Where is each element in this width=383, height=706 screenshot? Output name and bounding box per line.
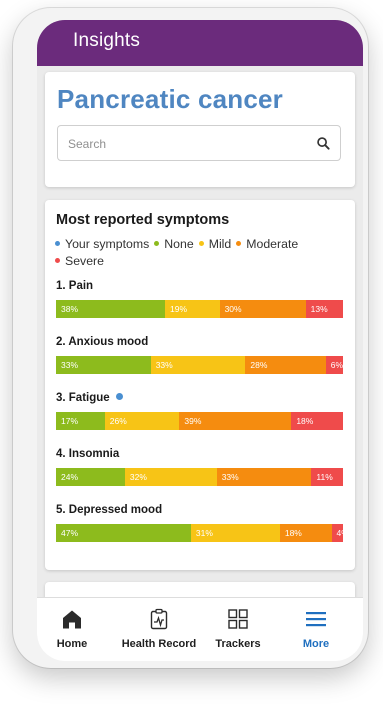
phone-frame: Insights Pancreatic cancer Search Most r… — [13, 8, 368, 668]
symptom-label: 4. Insomnia — [56, 448, 119, 460]
bar-segment: 19% — [165, 300, 220, 318]
legend-label: Your symptoms — [65, 237, 150, 251]
bar-segment: 38% — [56, 300, 166, 318]
symptom-bar[interactable]: 38% 19% 30% 13% — [56, 300, 343, 318]
nav-label-trackers: Trackers — [215, 638, 261, 650]
legend-label: Moderate — [246, 237, 299, 251]
bar-segment: 13% — [305, 300, 343, 318]
nav-item-trackers[interactable]: Trackers — [209, 598, 267, 661]
app-header: Insights — [37, 20, 363, 66]
symptom-label: 2. Anxious mood — [56, 336, 148, 348]
nav-item-more[interactable]: More — [287, 598, 345, 661]
app-screen: Insights Pancreatic cancer Search Most r… — [37, 20, 363, 661]
menu-icon — [306, 612, 326, 627]
legend-item: Your symptoms — [55, 236, 149, 253]
bar-segment: 24% — [56, 468, 125, 486]
legend-item: Moderate — [236, 236, 298, 253]
bar-segment: 18% — [279, 524, 332, 542]
symptom-label-text: 5. Depressed mood — [56, 504, 163, 516]
bottom-nav: Home Health Record Trackers More — [37, 597, 363, 661]
bar-segment: 31% — [190, 524, 280, 542]
legend-item: None — [154, 236, 194, 253]
your-symptom-dot-icon — [115, 393, 123, 400]
symptom-label: 3. Fatigue — [56, 392, 123, 404]
bar-segment: 33% — [56, 356, 151, 374]
legend-dot-icon — [198, 241, 204, 246]
symptom-bar[interactable]: 47%31%18%4% — [56, 524, 343, 542]
header-title: Insights — [73, 30, 141, 51]
bar-segment: 18% — [291, 412, 343, 430]
legend-dot-icon — [55, 241, 60, 246]
bar-segment: 30% — [219, 300, 306, 318]
bar-segment: 47% — [56, 524, 191, 542]
health-record-icon — [150, 608, 168, 630]
search-input[interactable]: Search — [57, 125, 341, 161]
symptom-label: 1. Pain — [56, 280, 93, 292]
nav-label-more: More — [302, 638, 330, 650]
legend-item: Severe — [55, 253, 104, 270]
bar-segment: 26% — [104, 412, 180, 430]
bar-segment: 6% — [325, 356, 343, 374]
symptom-label-text: 2. Anxious mood — [56, 336, 149, 348]
symptom-label-text: 1. Pain — [56, 280, 94, 292]
bar-segment: 28% — [245, 356, 326, 374]
legend-label: Severe — [65, 253, 104, 268]
symptom-bar[interactable]: 33% 33% 28% 6% — [56, 356, 343, 374]
bar-segment: 17% — [56, 412, 105, 430]
nav-item-health-record[interactable]: Health Record — [115, 598, 203, 661]
symptoms-card-title: Most reported symptoms — [56, 212, 230, 228]
symptom-bar[interactable]: 24% 32% 33% 11% — [56, 468, 343, 486]
trackers-grid-icon — [228, 609, 248, 629]
home-icon — [63, 610, 81, 629]
search-placeholder: Search — [68, 137, 107, 151]
symptoms-legend: Your symptoms None Mild Moderate Severe — [55, 236, 347, 269]
condition-card: Pancreatic cancer Search — [45, 72, 355, 187]
nav-item-home[interactable]: Home — [41, 598, 103, 661]
legend-label: None — [164, 237, 194, 251]
symptoms-card: Most reported symptoms Your symptoms None… — [45, 200, 355, 570]
symptom-bar[interactable]: 17% 26% 39% 18% — [56, 412, 343, 430]
bar-segment: 32% — [124, 468, 217, 486]
bar-segment: 33% — [150, 356, 246, 374]
bar-segment: 4% — [331, 524, 343, 542]
bar-segment: 39% — [179, 412, 292, 430]
bar-segment: 11% — [311, 468, 343, 486]
symptom-label: 5. Depressed mood — [56, 504, 162, 516]
legend-dot-icon — [154, 241, 160, 246]
legend-dot-icon — [55, 257, 60, 263]
nav-label-health-record: Health Record — [121, 638, 197, 650]
symptom-label-text: 3. Fatigue — [56, 392, 110, 404]
page-title: Pancreatic cancer — [57, 84, 283, 114]
nav-label-home: Home — [56, 638, 88, 650]
legend-label: Mild — [208, 237, 232, 251]
search-icon[interactable] — [316, 136, 331, 151]
symptom-label-text: 4. Insomnia — [56, 448, 120, 460]
bar-segment: 33% — [216, 468, 312, 486]
legend-dot-icon — [236, 241, 242, 246]
legend-item: Mild — [198, 236, 232, 253]
